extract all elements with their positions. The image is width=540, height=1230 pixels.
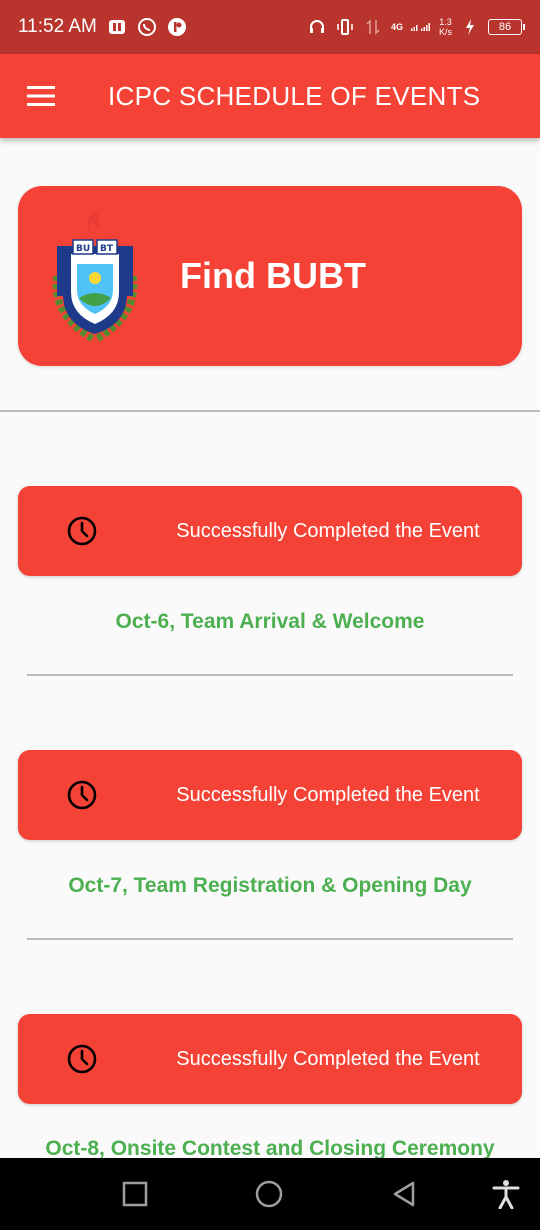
status-bar: 11:52 AM 4G 1.3 K/s 86 bbox=[0, 0, 540, 54]
svg-text:BT: BT bbox=[100, 244, 114, 254]
back-button[interactable] bbox=[388, 1178, 420, 1210]
event-status-label: Successfully Completed the Event bbox=[176, 1047, 480, 1070]
network-type: 4G bbox=[390, 22, 403, 32]
app-title: ICPC SCHEDULE OF EVENTS bbox=[108, 80, 481, 111]
event-status-button[interactable]: Successfully Completed the Event bbox=[18, 1014, 522, 1104]
divider bbox=[27, 938, 513, 940]
navigation-bar bbox=[0, 1158, 540, 1230]
triangle-back-icon bbox=[393, 1181, 415, 1207]
accessibility-button[interactable] bbox=[490, 1178, 522, 1210]
whatsapp-icon bbox=[137, 17, 157, 37]
event-status-button[interactable]: Successfully Completed the Event bbox=[18, 486, 522, 576]
clock-icon bbox=[67, 1044, 97, 1074]
home-button[interactable] bbox=[253, 1178, 285, 1210]
square-icon bbox=[122, 1181, 148, 1207]
event-status-label: Successfully Completed the Event bbox=[176, 783, 480, 806]
data-transfer-icon bbox=[363, 17, 383, 37]
headset-icon bbox=[307, 17, 327, 37]
notification-app-icon bbox=[107, 17, 127, 37]
circle-icon bbox=[255, 1180, 283, 1208]
status-time: 11:52 AM bbox=[18, 16, 97, 37]
vibrate-icon bbox=[335, 17, 355, 37]
accessibility-icon bbox=[492, 1180, 520, 1209]
hamburger-menu-icon bbox=[27, 86, 55, 106]
bubt-logo: BU BT bbox=[40, 201, 150, 351]
event-status-label: Successfully Completed the Event bbox=[176, 519, 480, 542]
signal-icon bbox=[410, 17, 431, 37]
event-caption: Oct-7, Team Registration & Opening Day bbox=[68, 874, 472, 897]
event-status-button[interactable]: Successfully Completed the Event bbox=[18, 750, 522, 840]
battery-icon: 86 bbox=[488, 19, 525, 35]
net-speed: 1.3 K/s bbox=[438, 17, 452, 37]
menu-button[interactable] bbox=[0, 54, 84, 138]
find-bubt-label: Find BUBT bbox=[180, 255, 366, 296]
app-bar: ICPC SCHEDULE OF EVENTS bbox=[0, 54, 540, 138]
svg-text:BU: BU bbox=[76, 244, 90, 254]
clock-icon bbox=[67, 780, 97, 810]
clock-icon bbox=[67, 516, 97, 546]
divider bbox=[0, 410, 540, 412]
event-caption: Oct-6, Team Arrival & Welcome bbox=[115, 610, 425, 633]
charging-icon bbox=[460, 17, 480, 37]
find-bubt-button[interactable]: BU BT Find BUBT bbox=[18, 186, 522, 366]
divider bbox=[27, 674, 513, 676]
recents-button[interactable] bbox=[119, 1178, 151, 1210]
pocket-app-icon bbox=[167, 17, 187, 37]
